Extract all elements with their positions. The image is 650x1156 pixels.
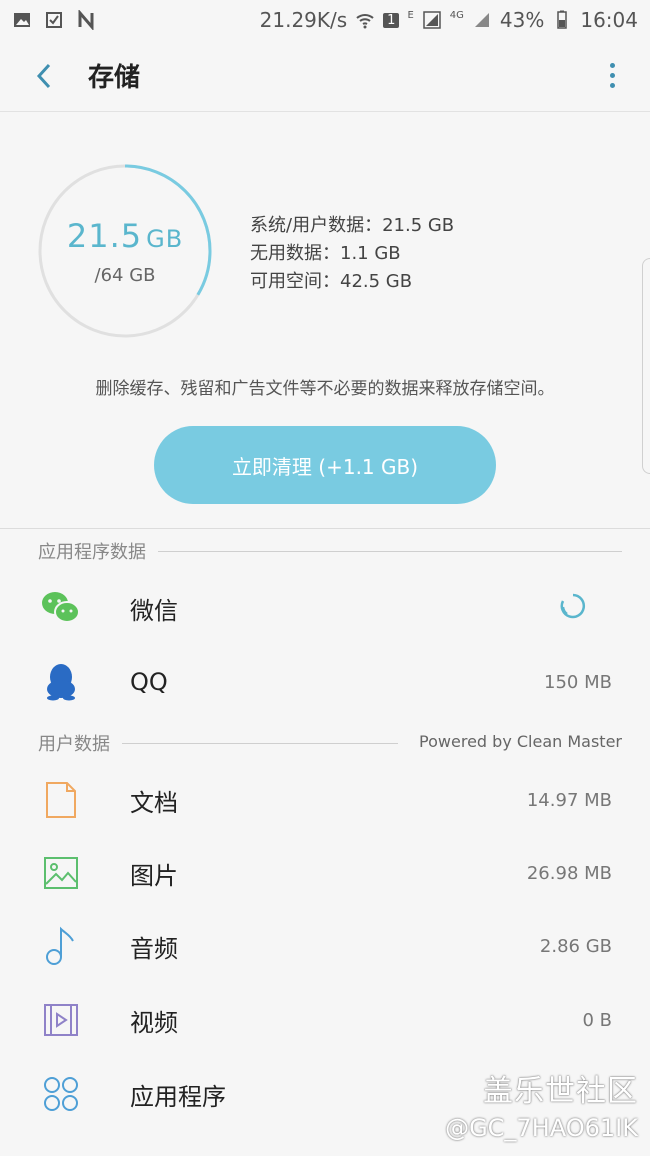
page-title: 存储 — [88, 63, 141, 93]
section-title: 应用程序数据 — [38, 542, 146, 563]
section-divider — [158, 550, 622, 552]
back-button[interactable] — [14, 46, 74, 106]
list-item-documents[interactable]: 文档 14.97 MB — [0, 764, 650, 836]
list-item-label: 文档 — [130, 788, 178, 817]
list-item-images[interactable]: 图片 26.98 MB — [0, 837, 650, 909]
gallery-notification-icon — [12, 10, 32, 30]
storage-stats: 系统/用户数据：21.5 GB 无用数据：1.1 GB 可用空间：42.5 GB — [250, 212, 454, 296]
stat-system-user: 系统/用户数据：21.5 GB — [250, 215, 455, 236]
storage-usage-ring: 21.5 GB /64 GB — [36, 162, 214, 340]
list-item-size: 2.86 GB — [539, 935, 612, 957]
powered-by-label: Powered by Clean Master — [419, 732, 622, 751]
task-notification-icon — [44, 10, 64, 30]
app-header: 存储 — [0, 40, 650, 112]
section-user-data: 用户数据 — [38, 730, 398, 756]
clock: 16:04 — [580, 8, 638, 32]
stat-unused: 无用数据：1.1 GB — [250, 243, 401, 264]
network-type-e: E — [407, 9, 414, 21]
stat-available: 可用空间：42.5 GB — [250, 271, 413, 292]
list-item-label: 应用程序 — [130, 1082, 226, 1111]
list-item-size: 150 MB — [544, 671, 612, 693]
network-speed: 21.29K/s — [259, 8, 348, 32]
signal-icon — [422, 10, 442, 30]
more-options-button[interactable] — [600, 56, 624, 96]
more-dot-icon — [609, 73, 615, 78]
nfc-icon — [76, 10, 96, 30]
network-type-4g: 4G — [449, 9, 464, 21]
loading-spinner-icon — [560, 593, 586, 624]
wifi-icon — [355, 10, 375, 30]
watermark-user: @GC_7HAO61IK — [445, 1114, 638, 1142]
used-storage-unit: GB — [146, 224, 184, 253]
watermark-community: 盖乐世社区 — [483, 1074, 638, 1109]
battery-icon — [552, 10, 572, 30]
list-item-size: 26.98 MB — [526, 862, 612, 884]
status-bar: 21.29K/s 1 E 4G 43% 16:04 — [0, 0, 650, 40]
list-item-label: 视频 — [130, 1008, 178, 1037]
section-app-data: 应用程序数据 — [38, 538, 622, 564]
total-storage: /64 GB — [94, 264, 156, 286]
list-item-size: 14.97 MB — [526, 789, 612, 811]
clean-hint: 删除缓存、残留和广告文件等不必要的数据来释放存储空间。 — [95, 379, 555, 399]
clean-now-button[interactable]: 立即清理 (+1.1 GB) — [154, 426, 496, 504]
back-arrow-icon — [36, 63, 51, 88]
watermark: 盖乐世社区 @GC_7HAO61IK — [445, 1066, 638, 1142]
apps-icon — [38, 1071, 84, 1117]
list-item-size: 0 B — [582, 1009, 612, 1031]
list-item-label: QQ — [130, 668, 168, 696]
list-item-label: 图片 — [130, 861, 178, 890]
qq-icon — [38, 659, 84, 705]
list-item-label: 微信 — [130, 596, 178, 625]
image-icon — [38, 850, 84, 896]
more-dot-icon — [609, 63, 615, 68]
used-storage-value: 21.5 — [66, 216, 143, 255]
used-storage: 21.5 GB — [67, 217, 183, 255]
list-item-video[interactable]: 视频 0 B — [0, 984, 650, 1056]
list-item-wechat[interactable]: 微信 — [0, 572, 650, 644]
music-icon — [38, 923, 84, 969]
signal-icon-2 — [472, 10, 492, 30]
section-title: 用户数据 — [38, 734, 110, 755]
sim-badge: 1 — [383, 12, 400, 28]
section-divider — [122, 742, 398, 744]
divider — [0, 528, 650, 529]
battery-percent: 43% — [499, 8, 545, 32]
list-item-audio[interactable]: 音频 2.86 GB — [0, 910, 650, 982]
video-icon — [38, 997, 84, 1043]
list-item-label: 音频 — [130, 934, 178, 963]
list-item-qq[interactable]: QQ 150 MB — [0, 646, 650, 718]
wechat-icon — [38, 585, 84, 631]
edge-panel-handle[interactable] — [642, 258, 650, 474]
more-dot-icon — [609, 83, 615, 88]
document-icon — [38, 777, 84, 823]
